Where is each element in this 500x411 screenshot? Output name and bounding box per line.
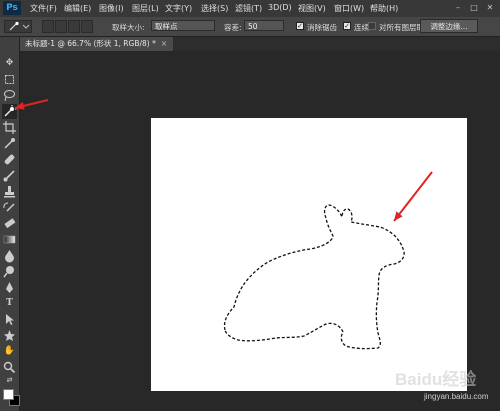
maximize-button[interactable]: □: [469, 3, 479, 13]
subtract-from-selection-icon[interactable]: [68, 20, 80, 33]
document-tab-title: 未标题-1 @ 66.7% (形状 1, RGB/8) *: [25, 39, 156, 48]
eyedropper-icon[interactable]: [2, 136, 17, 151]
zoom-icon[interactable]: [2, 360, 17, 375]
sample-size-label: 取样大小:: [112, 23, 145, 32]
dodge-icon[interactable]: [2, 264, 17, 279]
menu-filter[interactable]: 滤镜(T): [235, 3, 262, 14]
photoshop-logo: Ps: [3, 1, 21, 15]
pen-icon[interactable]: [2, 280, 17, 295]
magic-wand-preset-icon: [9, 21, 30, 31]
antialias-label: 消除锯齿: [307, 23, 337, 32]
menu-type[interactable]: 文字(Y): [165, 3, 192, 14]
menu-help[interactable]: 帮助(H): [370, 3, 398, 14]
shape-icon[interactable]: [2, 328, 17, 343]
type-icon[interactable]: T: [2, 296, 17, 311]
menu-file[interactable]: 文件(F): [30, 3, 57, 14]
add-to-selection-icon[interactable]: [55, 20, 67, 33]
tools-panel: ✥ T ✋ ⇄: [0, 37, 20, 411]
menu-select[interactable]: 选择(S): [201, 3, 228, 14]
path-selection-icon[interactable]: [2, 312, 17, 327]
contiguous-checkbox[interactable]: ✓: [343, 22, 351, 30]
blur-icon[interactable]: [2, 248, 17, 263]
foreground-color-swatch[interactable]: [3, 389, 14, 400]
history-brush-icon[interactable]: [2, 200, 17, 215]
menu-view[interactable]: 视图(V): [298, 3, 326, 14]
new-selection-icon[interactable]: [42, 20, 54, 33]
tool-preset-picker[interactable]: [4, 20, 32, 33]
watermark-url: jingyan.baidu.com: [423, 392, 489, 401]
gradient-icon[interactable]: [2, 232, 17, 247]
menu-3d[interactable]: 3D(D): [268, 3, 292, 12]
document-tab-bar: 未标题-1 @ 66.7% (形状 1, RGB/8) * ×: [20, 37, 500, 51]
clone-stamp-icon[interactable]: [2, 184, 17, 199]
brush-icon[interactable]: [2, 168, 17, 183]
magic-wand-icon[interactable]: [2, 104, 17, 119]
minimize-button[interactable]: –: [453, 3, 463, 13]
eraser-icon[interactable]: [2, 216, 17, 231]
close-window-button[interactable]: ✕: [485, 3, 495, 13]
tolerance-input[interactable]: 50: [244, 20, 284, 31]
menu-bar: Ps 文件(F) 编辑(E) 图像(I) 图层(L) 文字(Y) 选择(S) 滤…: [0, 0, 500, 17]
options-bar: 取样大小: 取样点 容差: 50 ✓ 消除锯齿 ✓ 连续 对所有图层取样 调整边…: [0, 17, 500, 37]
menu-window[interactable]: 窗口(W): [334, 3, 364, 14]
menu-edit[interactable]: 编辑(E): [64, 3, 91, 14]
move-icon[interactable]: ✥: [2, 56, 17, 71]
menu-image[interactable]: 图像(I): [99, 3, 124, 14]
close-tab-icon[interactable]: ×: [161, 39, 167, 48]
marquee-icon[interactable]: [2, 72, 17, 87]
menu-layer[interactable]: 图层(L): [132, 3, 159, 14]
sample-all-layers-checkbox[interactable]: [368, 22, 376, 30]
crop-icon[interactable]: [2, 120, 17, 135]
lasso-icon[interactable]: [2, 88, 17, 103]
document-tab[interactable]: 未标题-1 @ 66.7% (形状 1, RGB/8) * ×: [20, 37, 174, 51]
contiguous-label: 连续: [354, 23, 369, 32]
swap-colors-icon[interactable]: ⇄: [2, 376, 17, 384]
hand-icon[interactable]: ✋: [2, 344, 17, 359]
refine-edge-button[interactable]: 调整边缘...: [420, 19, 478, 33]
antialias-checkbox[interactable]: ✓: [296, 22, 304, 30]
sample-size-select[interactable]: 取样点: [151, 20, 215, 31]
tolerance-label: 容差:: [224, 23, 242, 32]
intersect-selection-icon[interactable]: [81, 20, 93, 33]
document-canvas[interactable]: [151, 118, 467, 391]
healing-brush-icon[interactable]: [2, 152, 17, 167]
